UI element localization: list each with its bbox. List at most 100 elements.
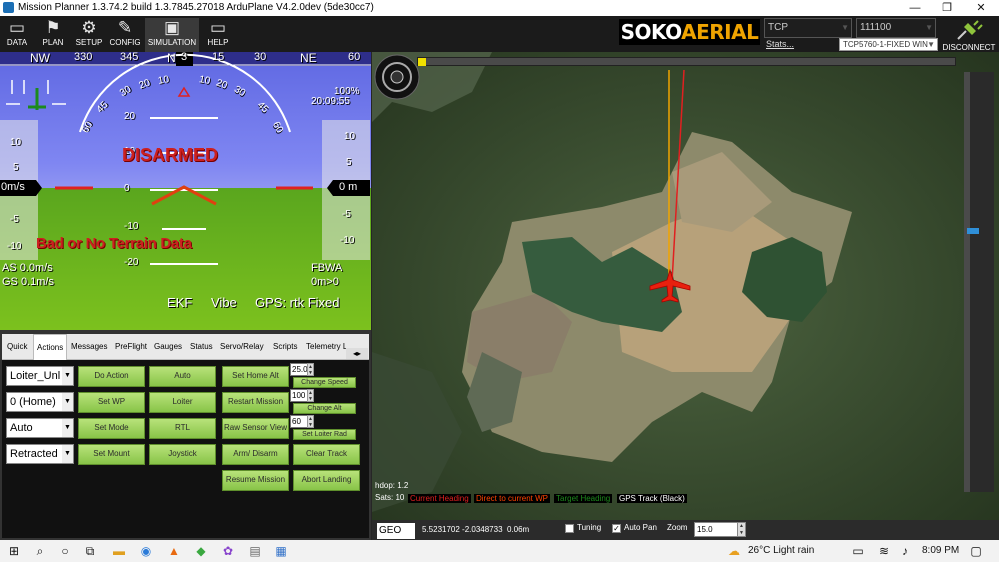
menu-data[interactable]: ▭ DATA <box>4 18 30 52</box>
map-view[interactable]: hdop: 1.2 Sats: 10 Current Heading Direc… <box>372 52 999 540</box>
chevron-down-icon: ▼ <box>62 445 73 463</box>
connection-type-value: TCP <box>768 22 788 33</box>
tab-servo-relay[interactable]: Servo/Relay <box>217 340 267 353</box>
baud-rate-select[interactable]: 111100 ▼ <box>856 18 936 38</box>
set-mount-button[interactable]: Set Mount <box>78 444 145 465</box>
disconnect-button[interactable]: DISCONNECT <box>940 19 998 52</box>
abort-landing-button[interactable]: Abort Landing <box>293 470 360 491</box>
vlc-icon[interactable]: ▲ <box>166 543 182 559</box>
tab-scripts[interactable]: Scripts <box>270 340 300 353</box>
heading-label: 15 <box>212 52 225 63</box>
tab-actions[interactable]: Actions <box>33 334 68 360</box>
speed-box: 0m/s <box>1 181 25 193</box>
resume-mission-button[interactable]: Resume Mission <box>222 470 289 491</box>
title-bar: Mission Planner 1.3.74.2 build 1.3.7845.… <box>0 0 999 16</box>
set-wp-button[interactable]: Set WP <box>78 392 145 413</box>
set-home-alt-button[interactable]: Set Home Alt <box>222 366 289 387</box>
arm-disarm-button[interactable]: Arm/ Disarm <box>222 444 289 465</box>
zoom-input[interactable]: 15.0 <box>694 522 738 537</box>
minimize-button[interactable]: — <box>900 0 930 16</box>
mode-action-select[interactable]: Loiter_Unl ▼ <box>6 366 74 386</box>
menu-help-label: HELP <box>207 38 229 47</box>
joystick-button[interactable]: Joystick <box>149 444 216 465</box>
app-icon[interactable]: ▦ <box>273 543 289 559</box>
app-icon[interactable]: ✿ <box>220 543 236 559</box>
mode-action-value: Loiter_Unl <box>10 370 61 382</box>
stepper-arrows-icon[interactable]: ▲ ▼ <box>307 415 314 428</box>
mount-select[interactable]: Retracted ▼ <box>6 444 74 464</box>
alt-tick: -5 <box>342 209 351 220</box>
map-status-bar: GEO 5.5231702 -2.0348733 0.06m Tuning ✓ … <box>372 520 999 540</box>
coordinate-system-select[interactable]: GEO <box>377 523 415 539</box>
stepper-arrows-icon[interactable]: ▲ ▼ <box>307 389 314 402</box>
satellite-map <box>372 52 999 540</box>
notification-icon[interactable]: ▢ <box>968 543 984 559</box>
task-view-icon[interactable]: ⧉ <box>82 543 98 559</box>
windows-start-icon[interactable]: ⊞ <box>6 543 22 559</box>
meet-now-icon[interactable]: ▭ <box>850 543 866 559</box>
tab-messages[interactable]: Messages <box>68 340 110 353</box>
stepper-arrows-icon[interactable]: ▲ ▼ <box>307 363 314 376</box>
menu-help[interactable]: ▭ HELP <box>203 18 233 52</box>
app-icon[interactable]: ◆ <box>193 543 209 559</box>
change-alt-button[interactable]: Change Alt <box>293 403 356 414</box>
speed-tick: 5 <box>13 162 19 173</box>
volume-icon[interactable]: ♪ <box>897 543 913 559</box>
roll-label: 10 <box>198 74 211 87</box>
connection-type-select[interactable]: TCP ▼ <box>764 18 852 38</box>
app-icon <box>3 2 14 13</box>
altitude-input[interactable]: 100 ▲ ▼ <box>290 389 314 402</box>
tab-preflight[interactable]: PreFlight <box>112 340 150 353</box>
brand-logo-part1: SOKO <box>620 20 682 44</box>
browser-icon[interactable]: ◉ <box>138 543 154 559</box>
setup-gear-icon: ⚙ <box>81 18 97 37</box>
zoom-stepper-icon[interactable]: ▲ ▼ <box>737 522 746 537</box>
auto-button[interactable]: Auto <box>149 366 216 387</box>
menu-simulation[interactable]: ▣ SIMULATION <box>145 18 199 52</box>
wifi-icon[interactable]: ≋ <box>876 543 892 559</box>
map-top-bar <box>417 57 956 66</box>
mission-planner-icon[interactable]: ▤ <box>247 543 263 559</box>
map-top-bar-marker <box>418 58 426 66</box>
set-loiter-rad-button[interactable]: Set Loiter Rad <box>293 429 356 440</box>
tab-quick[interactable]: Quick <box>4 340 30 353</box>
file-explorer-icon[interactable]: ▬ <box>111 543 127 559</box>
pitch-label: 0 <box>124 183 130 194</box>
loiter-radius-input[interactable]: 60 ▲ ▼ <box>290 415 314 428</box>
tab-telemetry-logs[interactable]: Telemetry L <box>303 340 350 353</box>
menu-plan[interactable]: ⚑ PLAN <box>40 18 66 52</box>
search-icon[interactable]: ⌕ <box>32 543 48 559</box>
set-mode-button[interactable]: Set Mode <box>78 418 145 439</box>
rtl-button[interactable]: RTL <box>149 418 216 439</box>
cortana-icon[interactable]: ○ <box>57 543 73 559</box>
tab-gauges[interactable]: Gauges <box>151 340 185 353</box>
change-speed-button[interactable]: Change Speed <box>293 377 356 388</box>
map-status: hdop: 1.2 Sats: 10 <box>375 480 408 504</box>
ekf-status[interactable]: EKF <box>167 295 192 310</box>
speed-input[interactable]: 25.0 ▲ ▼ <box>290 363 314 376</box>
stats-link[interactable]: Stats... <box>766 39 794 49</box>
menu-setup[interactable]: ⚙ SETUP <box>74 18 104 52</box>
tab-status[interactable]: Status <box>187 340 216 353</box>
raw-sensor-view-button[interactable]: Raw Sensor View <box>222 418 289 439</box>
taskbar-clock[interactable]: 8:09 PM <box>922 545 959 556</box>
vibe-status[interactable]: Vibe <box>211 295 237 310</box>
port-select[interactable]: TCP5760-1-FIXED WIN ▼ <box>839 38 938 51</box>
heading-label: NW <box>30 52 50 65</box>
tuning-checkbox[interactable] <box>565 524 574 533</box>
menu-data-label: DATA <box>6 38 28 47</box>
maximize-button[interactable]: ❐ <box>932 0 962 16</box>
mode-select[interactable]: Auto ▼ <box>6 418 74 438</box>
loiter-button[interactable]: Loiter <box>149 392 216 413</box>
waypoint-select[interactable]: 0 (Home) ▼ <box>6 392 74 412</box>
do-action-button[interactable]: Do Action <box>78 366 145 387</box>
legend-current-heading: Current Heading <box>408 494 471 503</box>
menu-config[interactable]: ✎ CONFIG <box>109 18 141 52</box>
tab-scroll-arrows[interactable]: ◂▸ <box>346 348 368 359</box>
close-button[interactable]: ✕ <box>966 0 996 16</box>
auto-pan-checkbox[interactable]: ✓ <box>612 524 621 533</box>
clear-track-button[interactable]: Clear Track <box>293 444 360 465</box>
altitude-value: 100 <box>292 391 306 400</box>
restart-mission-button[interactable]: Restart Mission <box>222 392 289 413</box>
weather-status[interactable]: 26°C Light rain <box>748 545 814 556</box>
